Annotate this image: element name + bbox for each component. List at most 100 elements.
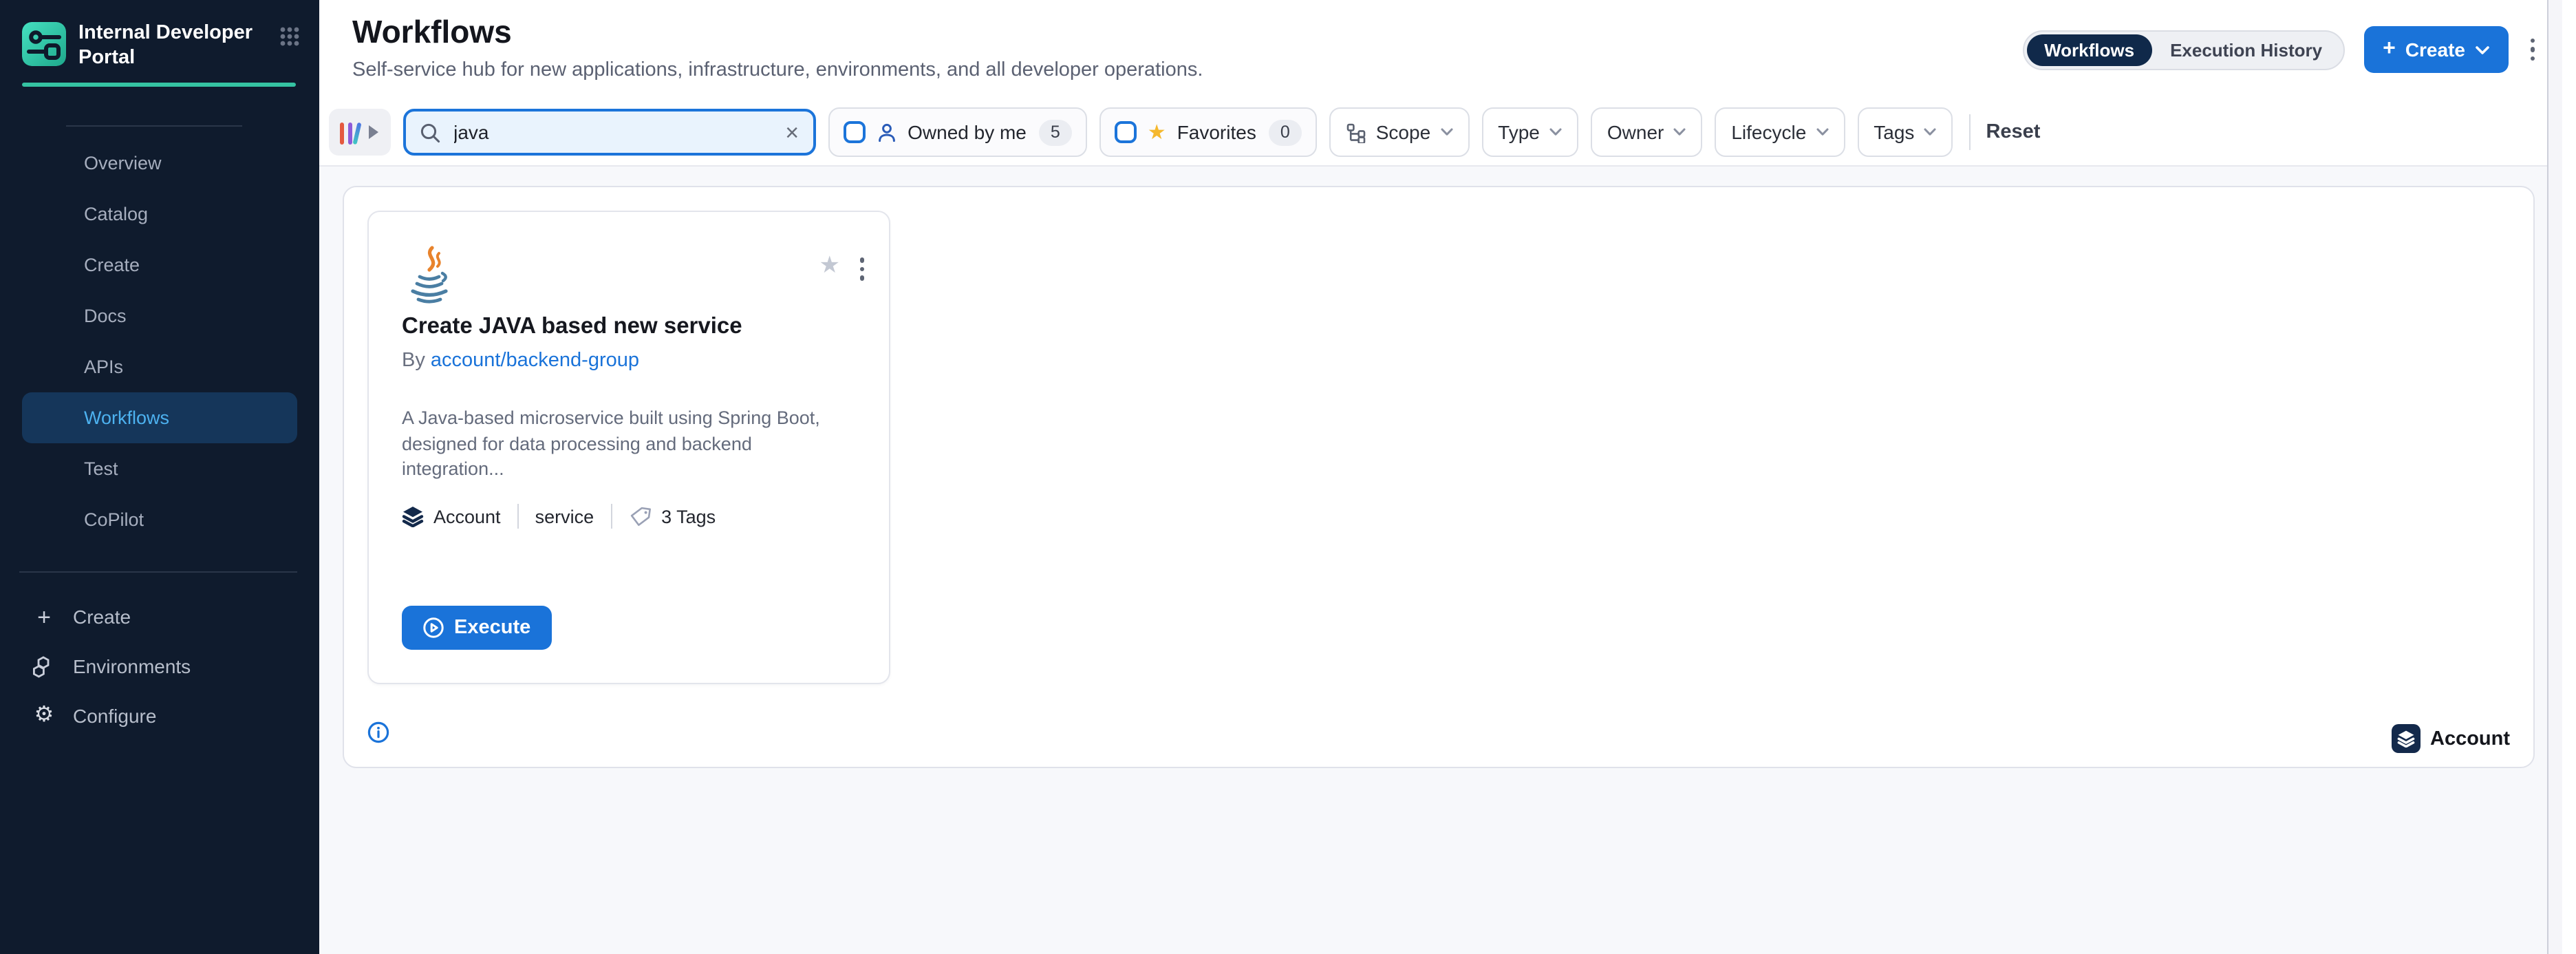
sidebar-item-catalog[interactable]: Catalog bbox=[0, 189, 319, 240]
owned-by-me-filter[interactable]: Owned by me 5 bbox=[828, 107, 1087, 157]
reset-filters-button[interactable]: Reset bbox=[1986, 121, 2040, 143]
meta-divider bbox=[517, 504, 519, 529]
card-kebab-menu-icon[interactable] bbox=[857, 255, 867, 283]
owner-dropdown[interactable]: Owner bbox=[1591, 107, 1702, 157]
tag-icon bbox=[628, 505, 652, 528]
sidebar-item-test[interactable]: Test bbox=[0, 443, 319, 494]
star-icon: ★ bbox=[1148, 122, 1166, 142]
sidebar-divider bbox=[66, 125, 242, 127]
content-area: ★ Create JAVA based new service By accou… bbox=[319, 167, 2562, 954]
plus-icon: + bbox=[2383, 39, 2396, 61]
chevron-down-icon bbox=[2475, 45, 2489, 54]
workflow-meta-row: Account service 3 Tags bbox=[402, 504, 716, 529]
sidebar-item-environments[interactable]: Environments bbox=[0, 642, 319, 691]
chevron-down-icon bbox=[1549, 128, 1562, 136]
page-title: Workflows bbox=[352, 14, 512, 51]
owned-by-me-checkbox[interactable] bbox=[843, 121, 865, 143]
execute-button-label: Execute bbox=[454, 617, 530, 639]
create-button-label: Create bbox=[2405, 39, 2465, 61]
tags-label: Tags bbox=[1874, 121, 1914, 143]
tags-dropdown[interactable]: Tags bbox=[1857, 107, 1953, 157]
sidebar-item-create[interactable]: Create bbox=[0, 240, 319, 290]
by-label: By bbox=[402, 350, 425, 372]
sidebar-item-create-bottom[interactable]: + Create bbox=[0, 592, 319, 642]
workflow-byline: By account/backend-group bbox=[402, 350, 639, 372]
info-icon[interactable] bbox=[367, 721, 389, 750]
favorite-star-icon[interactable]: ★ bbox=[819, 253, 841, 277]
owner-group-link[interactable]: account/backend-group bbox=[431, 350, 639, 372]
page-subtitle: Self-service hub for new applications, i… bbox=[352, 59, 1203, 81]
sidebar-item-apis[interactable]: APIs bbox=[0, 341, 319, 392]
filter-divider bbox=[1969, 114, 1971, 150]
sidebar-item-copilot[interactable]: CoPilot bbox=[0, 494, 319, 545]
execute-button[interactable]: Execute bbox=[402, 606, 551, 650]
hexagons-icon bbox=[30, 655, 58, 678]
sidebar-item-overview[interactable]: Overview bbox=[0, 138, 319, 189]
chevron-down-icon bbox=[1440, 128, 1452, 136]
tab-workflows[interactable]: Workflows bbox=[2026, 34, 2152, 65]
search-box: × bbox=[402, 109, 815, 156]
sidebar-divider bbox=[19, 571, 297, 573]
brand-title: Internal Developer Portal bbox=[78, 22, 279, 71]
workflow-scope: Account bbox=[433, 506, 501, 527]
favorites-count: 0 bbox=[1269, 119, 1302, 145]
create-button[interactable]: + Create bbox=[2363, 26, 2508, 73]
scope-tree-icon bbox=[1346, 122, 1366, 142]
page-header: Workflows Self-service hub for new appli… bbox=[319, 0, 2562, 100]
filter-bar: × Owned by me 5 ★ Favorites 0 bbox=[319, 99, 2562, 167]
plus-icon: + bbox=[30, 605, 58, 628]
favorites-checkbox[interactable] bbox=[1115, 121, 1137, 143]
header-actions: Workflows Execution History + Create bbox=[2022, 0, 2537, 99]
vertical-scrollbar[interactable] bbox=[2547, 0, 2562, 954]
account-layers-icon bbox=[2392, 724, 2421, 753]
expand-arrow-icon bbox=[368, 125, 378, 139]
owned-by-me-label: Owned by me bbox=[908, 121, 1027, 143]
sidebar-item-docs[interactable]: Docs bbox=[0, 290, 319, 341]
workflows-panel: ★ Create JAVA based new service By accou… bbox=[343, 186, 2535, 768]
sidebar-footer: + Create Environments ⚙ Configure bbox=[0, 592, 319, 741]
app-grid-icon[interactable] bbox=[279, 26, 300, 47]
library-panel-toggle[interactable] bbox=[329, 109, 390, 156]
tab-execution-history[interactable]: Execution History bbox=[2152, 34, 2340, 65]
sidebar: Internal Developer Portal Overview Catal… bbox=[0, 0, 319, 954]
sidebar-item-workflows[interactable]: Workflows bbox=[22, 392, 297, 443]
user-icon bbox=[876, 122, 897, 142]
favorites-label: Favorites bbox=[1177, 121, 1256, 143]
sidebar-footer-label: Configure bbox=[73, 705, 156, 727]
owned-by-me-count: 5 bbox=[1039, 119, 1072, 145]
workflow-type: service bbox=[535, 506, 594, 527]
account-scope-badge[interactable]: Account bbox=[2392, 724, 2510, 753]
chevron-down-icon bbox=[1673, 128, 1686, 136]
type-label: Type bbox=[1498, 121, 1540, 143]
java-logo-icon bbox=[402, 245, 457, 308]
scope-dropdown[interactable]: Scope bbox=[1329, 107, 1469, 157]
workflow-card[interactable]: ★ Create JAVA based new service By accou… bbox=[367, 211, 890, 684]
header-kebab-menu-icon[interactable] bbox=[2527, 36, 2537, 64]
clear-search-icon[interactable]: × bbox=[785, 120, 799, 144]
view-toggle: Workflows Execution History bbox=[2022, 30, 2344, 70]
search-input[interactable] bbox=[451, 120, 785, 145]
main-area: Workflows Self-service hub for new appli… bbox=[319, 0, 2562, 954]
owner-label: Owner bbox=[1607, 121, 1664, 143]
scope-label: Scope bbox=[1376, 121, 1430, 143]
library-icon bbox=[340, 120, 360, 144]
sidebar-item-configure[interactable]: ⚙ Configure bbox=[0, 691, 319, 741]
brand: Internal Developer Portal bbox=[22, 22, 300, 71]
favorites-filter[interactable]: ★ Favorites 0 bbox=[1099, 107, 1317, 157]
portal-logo-icon bbox=[22, 22, 66, 66]
workflow-description: A Java-based microservice built using Sp… bbox=[402, 406, 856, 483]
search-icon bbox=[419, 122, 440, 142]
chevron-down-icon bbox=[1816, 128, 1828, 136]
account-label: Account bbox=[2430, 728, 2510, 750]
workflow-title: Create JAVA based new service bbox=[402, 314, 742, 340]
type-dropdown[interactable]: Type bbox=[1481, 107, 1578, 157]
chevron-down-icon bbox=[1924, 128, 1936, 136]
play-circle-icon bbox=[422, 617, 444, 639]
app-window: Internal Developer Portal Overview Catal… bbox=[0, 0, 2576, 954]
scope-layers-icon bbox=[402, 505, 424, 527]
accent-bar bbox=[22, 83, 296, 87]
meta-divider bbox=[610, 504, 612, 529]
card-top-row: ★ bbox=[402, 245, 867, 308]
lifecycle-dropdown[interactable]: Lifecycle bbox=[1715, 107, 1845, 157]
sidebar-footer-label: Environments bbox=[73, 655, 191, 677]
